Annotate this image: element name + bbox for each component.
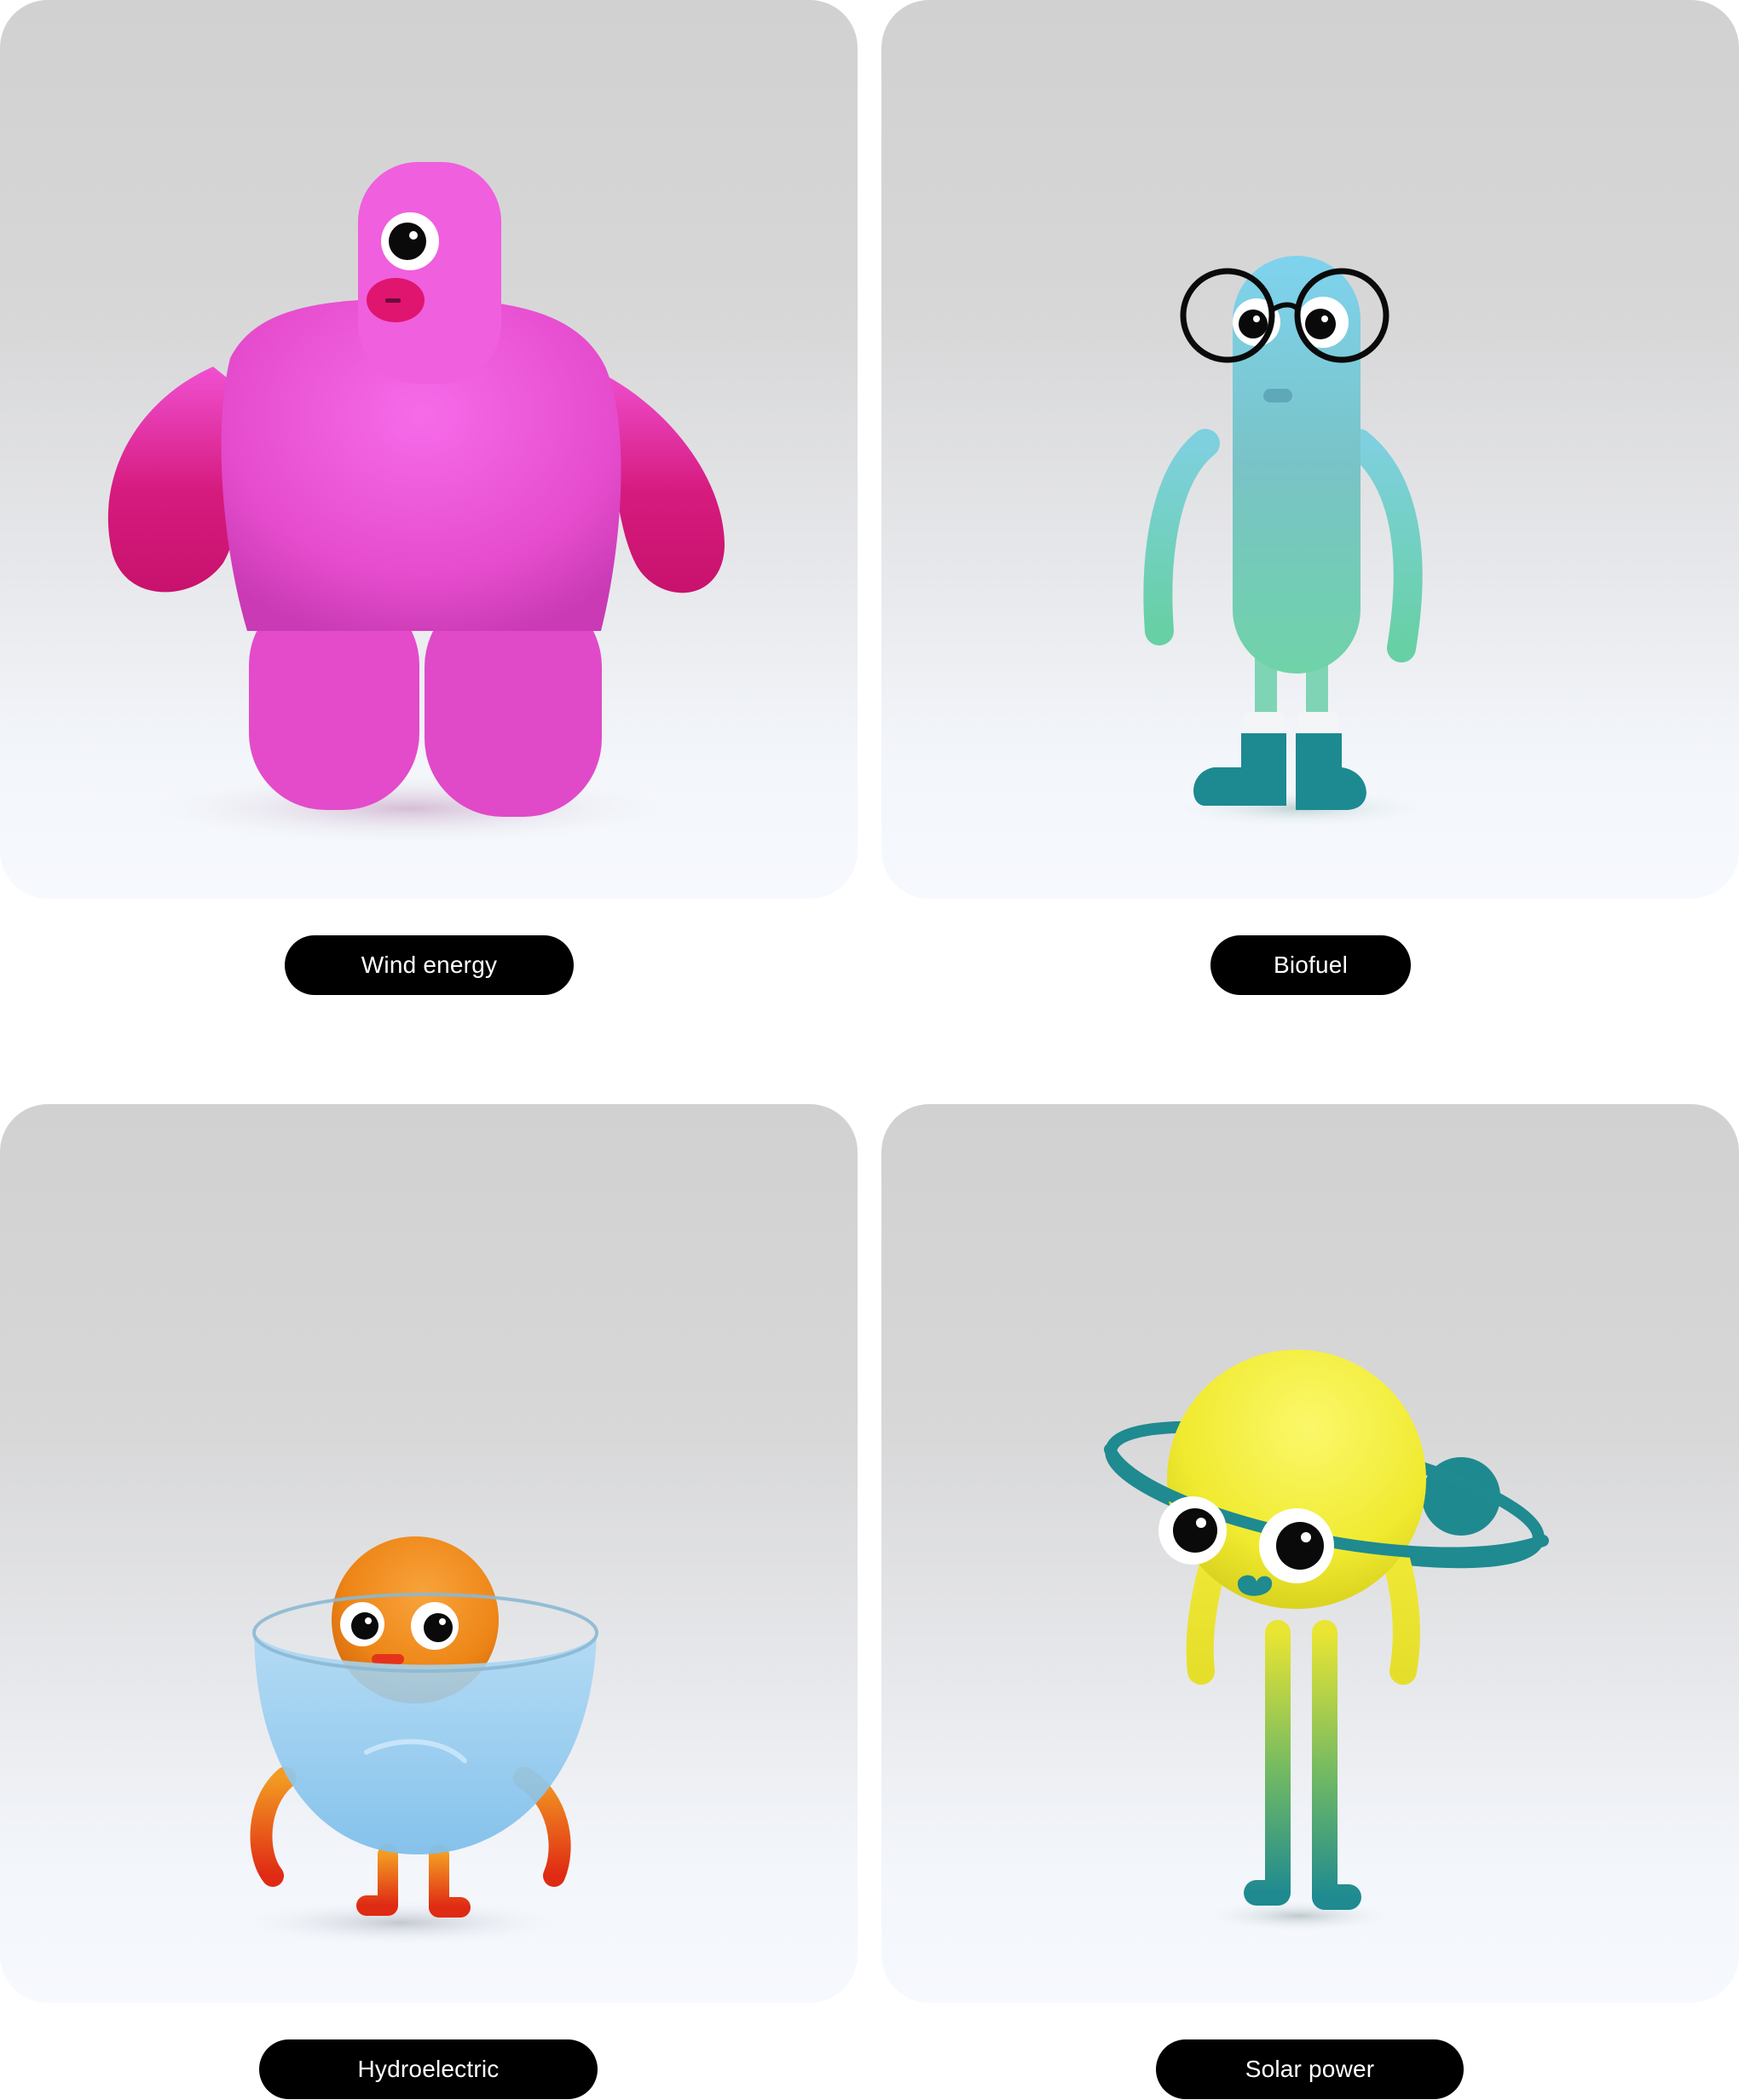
label-solar-power[interactable]: Solar power (1156, 2039, 1464, 2099)
teal-glasses-character (1143, 256, 1427, 827)
character-card-wind-energy[interactable] (0, 0, 858, 899)
label-hydroelectric[interactable]: Hydroelectric (259, 2039, 598, 2099)
character-card-solar-power[interactable] (881, 1104, 1739, 2003)
pink-cyclops-character (107, 162, 725, 842)
character-card-hydroelectric[interactable] (0, 1104, 858, 2003)
character-card-biofuel[interactable] (881, 0, 1739, 899)
orange-bowl-character (239, 1536, 598, 1945)
label-wind-energy[interactable]: Wind energy (285, 935, 574, 995)
label-biofuel[interactable]: Biofuel (1210, 935, 1411, 995)
yellow-ringed-planet-character (1104, 1350, 1549, 1931)
